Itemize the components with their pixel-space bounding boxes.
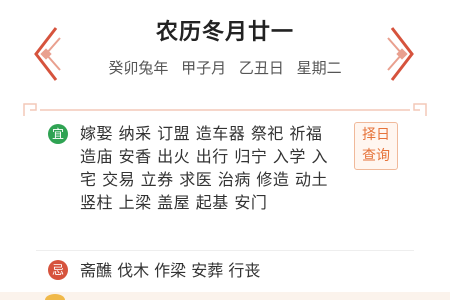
bottom-strip [0,292,450,300]
select-day-button[interactable]: 择日 查询 [354,122,398,170]
good-badge: 宜 [48,124,68,144]
almanac-card: 宜 嫁娶 纳采 订盟 造车器 祭祀 祈福 造庙 安香 出火 出行 归宁 入学 入… [36,112,414,300]
chevron-right-icon [387,27,414,81]
select-day-label: 择日 查询 [362,127,390,164]
date-header: 农历冬月廿一 癸卯兔年 甲子月 乙丑日 星期二 [0,0,450,100]
date-subtitle: 癸卯兔年 甲子月 乙丑日 星期二 [108,59,342,77]
page-title: 农历冬月廿一 [155,20,294,45]
section-divider [36,250,414,251]
next-day-button[interactable] [386,24,416,84]
bad-activities: 斋醮 伐木 作梁 安葬 行丧 [80,261,261,280]
next-section-badge [45,294,65,300]
bad-badge: 忌 [48,260,68,280]
good-activities: 嫁娶 纳采 订盟 造车器 祭祀 祈福 造庙 安香 出火 出行 归宁 入学 入宅 … [80,124,329,212]
